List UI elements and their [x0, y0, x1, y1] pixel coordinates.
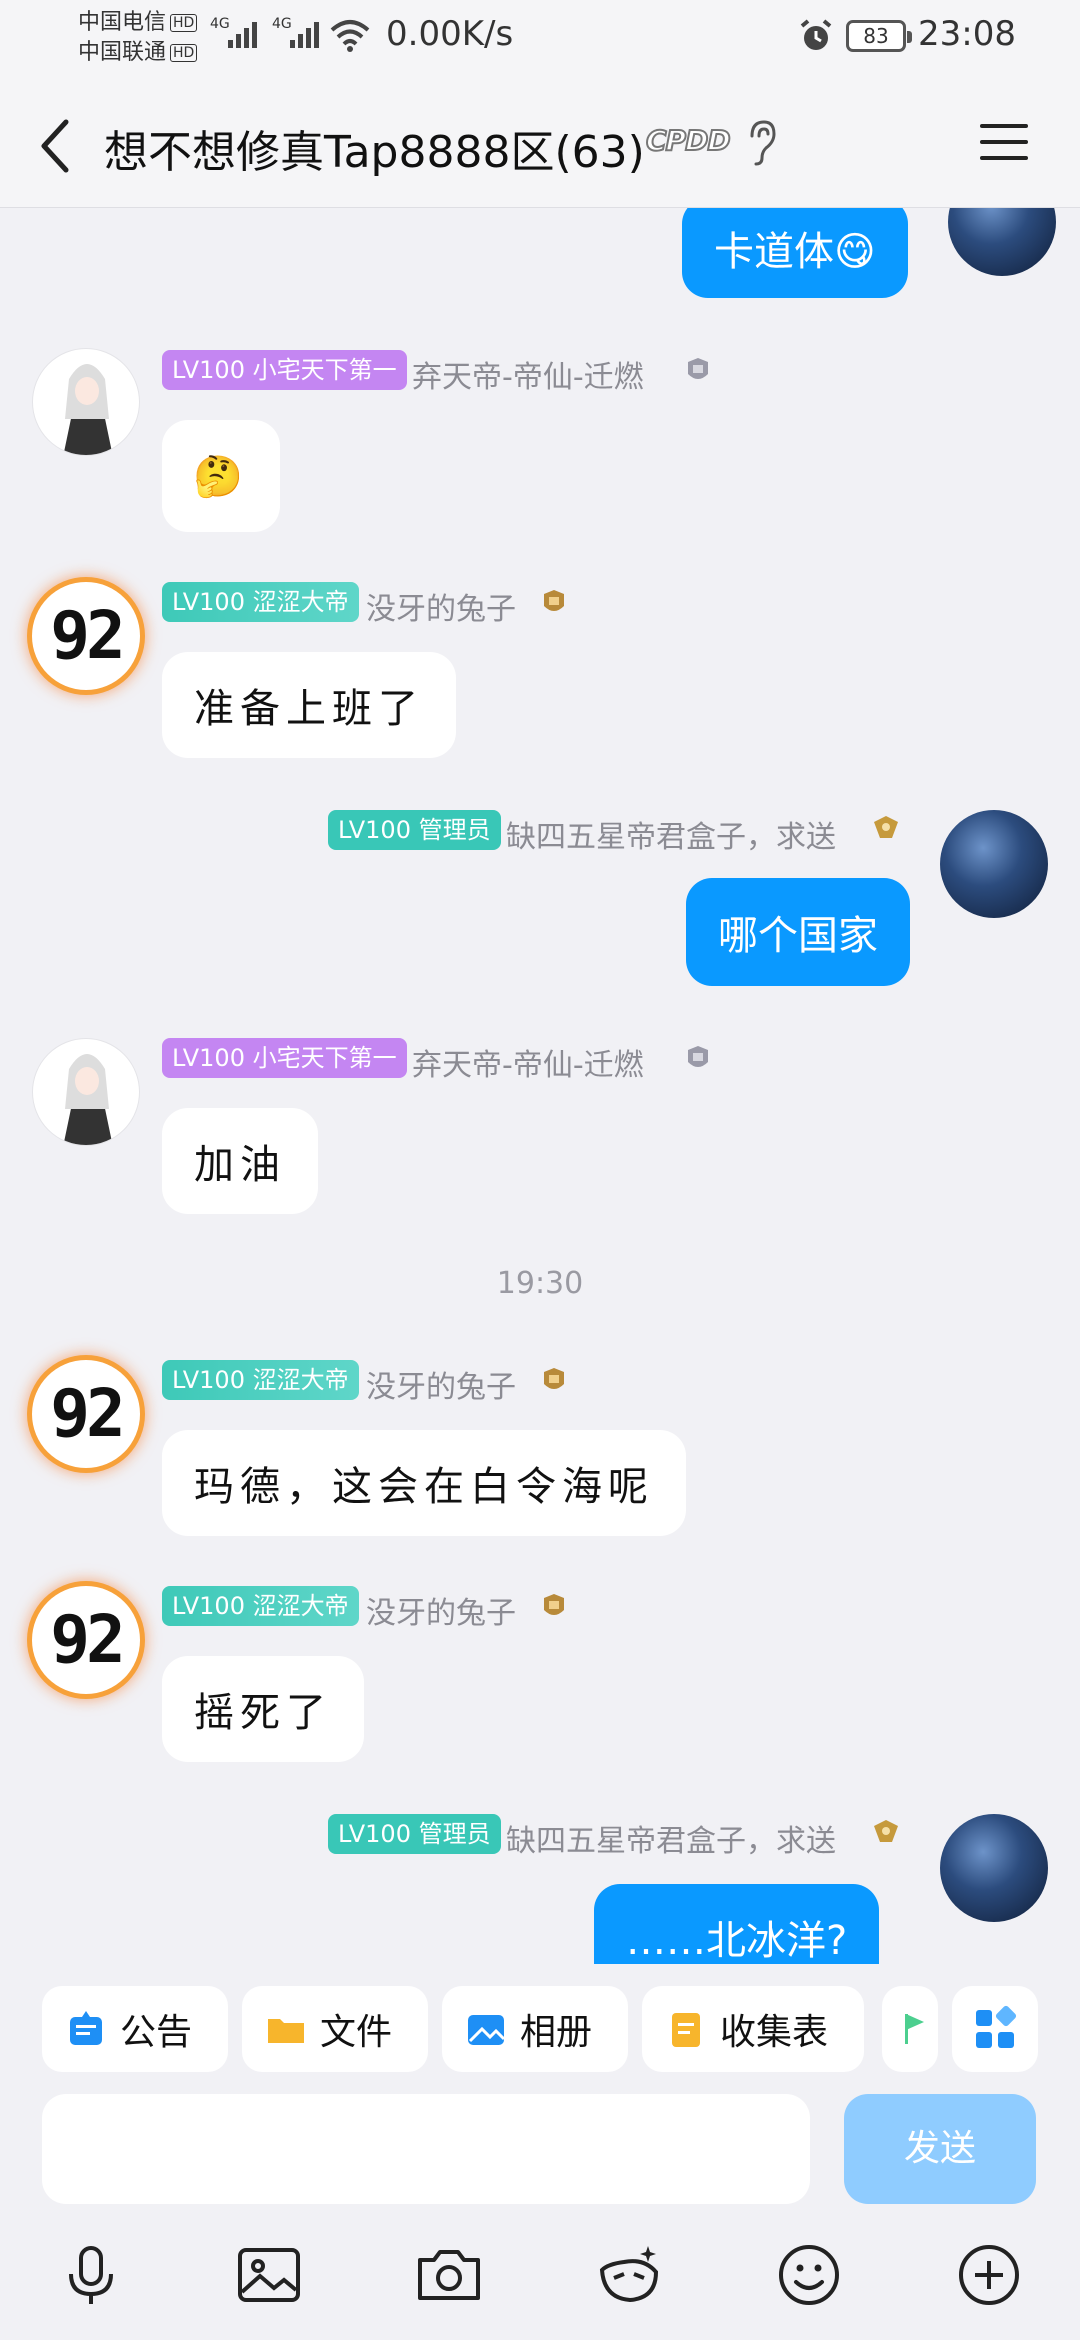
- message-bubble[interactable]: 哪个国家: [686, 878, 910, 986]
- input-actions-bar: [0, 2220, 1080, 2330]
- tool-album[interactable]: 相册: [442, 1986, 628, 2072]
- tool-files[interactable]: 文件: [242, 1986, 428, 2072]
- network-type: 4G: [210, 16, 230, 32]
- level-badge: LV100 管理员: [328, 810, 501, 850]
- status-bar: 中国电信 HD 中国联通 HD 4G 4G 0.00K/s 83 23:08: [0, 0, 1080, 80]
- level-badge: LV100 涩涩大帝: [162, 582, 359, 622]
- alarm-icon: [800, 19, 832, 50]
- group-tag: CPDD: [645, 123, 732, 158]
- clock: 23:08: [918, 14, 1016, 54]
- sender-name[interactable]: 缺四五星帝君盒子，求送: [506, 812, 836, 856]
- signal-icon: [290, 18, 319, 48]
- send-button[interactable]: 发送: [844, 2094, 1036, 2204]
- message-bubble[interactable]: 摇死了: [162, 1656, 364, 1762]
- avatar[interactable]: [940, 810, 1048, 918]
- medal-icon: [874, 1820, 898, 1842]
- ear-mode-icon[interactable]: [744, 118, 778, 168]
- signal-icon: [228, 18, 257, 48]
- message-bubble[interactable]: 卡道体😋: [682, 208, 908, 298]
- sender-name[interactable]: 缺四五星帝君盒子，求送: [506, 1816, 836, 1860]
- form-icon: [672, 2013, 700, 2047]
- message-bubble[interactable]: 玛德，这会在白令海呢: [162, 1430, 686, 1536]
- group-tools-bar: 公告 文件 相册 收集表: [0, 1964, 1080, 2084]
- hd-badge: HD: [170, 14, 198, 32]
- sender-name[interactable]: 没牙的兔子: [366, 584, 516, 628]
- medal-icon: [544, 1594, 564, 1615]
- avatar[interactable]: 92: [32, 1586, 140, 1694]
- sender-name[interactable]: 弃天帝-帝仙-迁燃: [412, 352, 644, 396]
- level-badge: LV100 小宅天下第一: [162, 350, 407, 390]
- announcement-icon: [70, 2011, 102, 2045]
- microphone-icon[interactable]: [56, 2240, 126, 2310]
- album-icon: [468, 2015, 506, 2045]
- network-type: 4G: [272, 16, 292, 32]
- medal-icon: [874, 816, 898, 838]
- avatar[interactable]: [32, 1038, 140, 1146]
- carrier-2: 中国联通: [78, 40, 167, 65]
- wifi-icon: [330, 20, 370, 52]
- apps-grid-icon: [976, 2005, 1017, 2048]
- back-icon[interactable]: [36, 116, 76, 176]
- plus-icon[interactable]: [954, 2240, 1024, 2310]
- message-bubble[interactable]: 准备上班了: [162, 652, 456, 758]
- avatar[interactable]: [940, 1814, 1048, 1922]
- network-speed: 0.00K/s: [386, 14, 514, 54]
- carrier-info: 中国电信 HD 中国联通 HD: [78, 8, 198, 68]
- emoji-icon[interactable]: [774, 2240, 844, 2310]
- hd-badge: HD: [170, 44, 198, 62]
- apps-button[interactable]: [952, 1986, 1038, 2072]
- medal-icon: [688, 358, 708, 379]
- avatar[interactable]: [948, 208, 1056, 276]
- level-badge: LV100 涩涩大帝: [162, 1360, 359, 1400]
- sender-name[interactable]: 没牙的兔子: [366, 1362, 516, 1406]
- message-list[interactable]: 卡道体😋 LV100 小宅天下第一 弃天帝-帝仙-迁燃 🤔 92 LV100 涩…: [0, 208, 1080, 1964]
- folder-icon: [268, 2019, 304, 2043]
- medal-icon: [544, 1368, 564, 1389]
- menu-icon[interactable]: [978, 120, 1030, 164]
- sticker-icon[interactable]: [594, 2240, 664, 2310]
- tool-form[interactable]: 收集表: [642, 1986, 864, 2072]
- sender-name[interactable]: 弃天帝-帝仙-迁燃: [412, 1040, 644, 1084]
- avatar[interactable]: 92: [32, 582, 140, 690]
- message-input[interactable]: [42, 2094, 810, 2204]
- tool-announcement[interactable]: 公告: [42, 1986, 228, 2072]
- message-bubble[interactable]: 🤔: [162, 420, 280, 532]
- sender-name[interactable]: 没牙的兔子: [366, 1588, 516, 1632]
- level-badge: LV100 涩涩大帝: [162, 1586, 359, 1626]
- chat-header: 想不想修真Tap8888区(63) CPDD: [0, 80, 1080, 208]
- medal-icon: [688, 1046, 708, 1067]
- camera-icon[interactable]: [414, 2240, 484, 2310]
- group-title[interactable]: 想不想修真Tap8888区(63): [104, 116, 645, 180]
- medal-icon: [544, 590, 564, 611]
- level-badge: LV100 小宅天下第一: [162, 1038, 407, 1078]
- image-icon[interactable]: [234, 2240, 304, 2310]
- avatar[interactable]: [32, 348, 140, 456]
- message-bubble[interactable]: ……北冰洋?: [594, 1884, 880, 1964]
- tool-more-partial[interactable]: [882, 1986, 938, 2072]
- avatar[interactable]: 92: [32, 1360, 140, 1468]
- level-badge: LV100 管理员: [328, 1814, 501, 1854]
- carrier-1: 中国电信: [78, 10, 167, 35]
- message-bubble[interactable]: 加油: [162, 1108, 318, 1214]
- battery-indicator: 83: [846, 20, 912, 52]
- time-separator: 19:30: [496, 1266, 584, 1301]
- flag-icon: [905, 2014, 924, 2044]
